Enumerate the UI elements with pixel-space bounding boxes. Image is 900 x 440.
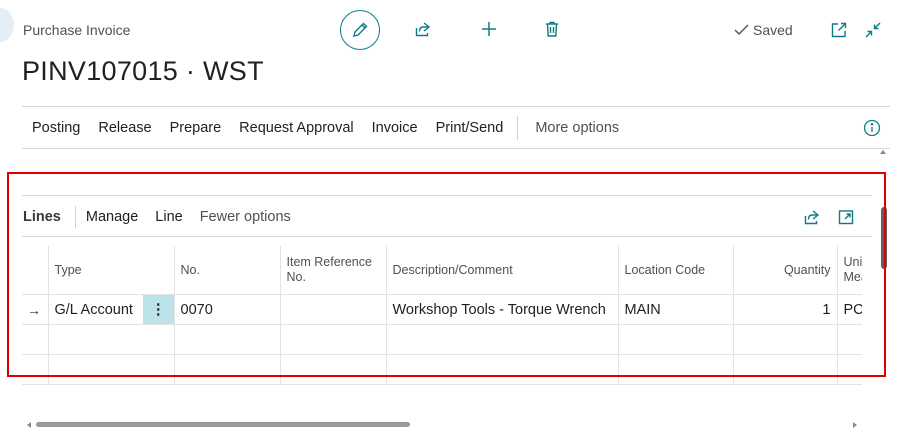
document-title: PINV107015 · WST xyxy=(22,56,264,86)
scroll-up-arrow[interactable] xyxy=(880,150,886,154)
highlight-box xyxy=(7,172,886,377)
share-button[interactable] xyxy=(409,15,437,43)
navigation-edge-tab[interactable] xyxy=(0,8,14,42)
action-request-approval[interactable]: Request Approval xyxy=(230,120,362,136)
scroll-right-arrow[interactable] xyxy=(853,422,857,428)
collapse-button[interactable] xyxy=(859,16,887,44)
action-bar: Posting Release Prepare Request Approval… xyxy=(22,112,628,144)
share-icon xyxy=(414,20,432,38)
action-bar-divider xyxy=(22,148,890,149)
action-print-send[interactable]: Print/Send xyxy=(427,120,513,136)
scroll-left-arrow[interactable] xyxy=(27,422,31,428)
new-button[interactable] xyxy=(475,15,503,43)
action-prepare[interactable]: Prepare xyxy=(161,120,231,136)
action-invoice[interactable]: Invoice xyxy=(363,120,427,136)
info-icon xyxy=(863,119,881,137)
action-posting[interactable]: Posting xyxy=(22,120,89,136)
more-options-button[interactable]: More options xyxy=(526,120,628,136)
open-in-new-window-icon xyxy=(830,21,848,39)
save-status-text: Saved xyxy=(753,22,793,38)
checkmark-icon xyxy=(734,24,749,36)
info-button[interactable] xyxy=(862,118,882,138)
collapse-icon xyxy=(864,21,882,39)
action-release[interactable]: Release xyxy=(89,120,160,136)
plus-icon xyxy=(480,20,498,38)
edit-button[interactable] xyxy=(340,10,380,50)
pencil-icon xyxy=(351,21,369,39)
save-status: Saved xyxy=(734,22,793,38)
action-bar-separator xyxy=(517,116,519,140)
open-in-new-window-button[interactable] xyxy=(825,16,853,44)
horizontal-scrollbar-thumb[interactable] xyxy=(36,422,410,427)
page-type-label: Purchase Invoice xyxy=(23,22,131,38)
header-divider xyxy=(22,106,890,107)
trash-icon xyxy=(543,20,561,38)
delete-button[interactable] xyxy=(538,15,566,43)
